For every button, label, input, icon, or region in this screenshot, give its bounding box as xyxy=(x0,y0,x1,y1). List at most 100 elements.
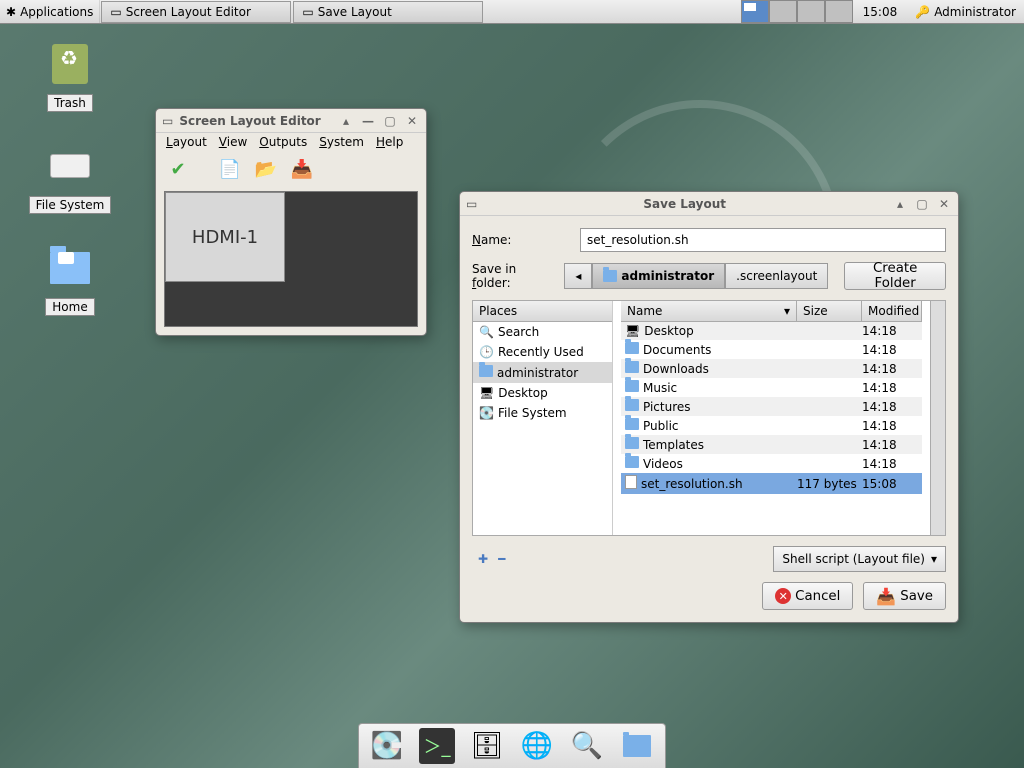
place-item-desktop[interactable]: 🖥Desktop xyxy=(473,383,612,403)
folder-icon xyxy=(479,365,493,380)
file-row-documents[interactable]: Documents 14:18 xyxy=(621,340,922,359)
save-icon: 📥 xyxy=(876,587,896,606)
open-layout-button[interactable]: 📂 xyxy=(252,155,280,183)
titlebar[interactable]: ▭ Save Layout ▴ ▢ ✕ xyxy=(460,192,958,216)
file-row-public[interactable]: Public14:18 xyxy=(621,416,922,435)
workspace-4[interactable] xyxy=(825,0,853,23)
apply-button[interactable]: ✔ xyxy=(164,155,192,183)
roll-up-button[interactable]: ▴ xyxy=(892,196,908,212)
dock-file-manager[interactable]: 🗄 xyxy=(469,728,505,764)
taskbar-item-layout-editor[interactable]: ▭ Screen Layout Editor xyxy=(101,1,291,23)
window-title: Save Layout xyxy=(643,197,726,211)
path-bar: ◂ administrator .screenlayout xyxy=(564,263,828,289)
maximize-button[interactable]: ▢ xyxy=(382,113,398,129)
file-row-desktop[interactable]: 🖥Desktop14:18 xyxy=(621,322,922,340)
folder-icon xyxy=(625,342,639,357)
folder-icon xyxy=(625,456,639,471)
new-layout-button[interactable]: 📄 xyxy=(216,155,244,183)
key-icon: 🔑 xyxy=(915,5,930,19)
file-modified: 14:18 xyxy=(862,419,922,433)
file-name: Videos xyxy=(643,457,683,471)
menu-outputs[interactable]: Outputs xyxy=(259,135,307,149)
file-row-templates[interactable]: Templates14:18 xyxy=(621,435,922,454)
file-name: set_resolution.sh xyxy=(641,477,743,491)
desktop-icon-trash[interactable]: Trash xyxy=(20,40,120,112)
filename-input[interactable] xyxy=(580,228,946,252)
save-layout-button[interactable]: 📥 xyxy=(288,155,316,183)
path-segment-screenlayout[interactable]: .screenlayout xyxy=(725,263,828,289)
titlebar[interactable]: ▭ Screen Layout Editor ▴ — ▢ ✕ xyxy=(156,109,426,133)
close-button[interactable]: ✕ xyxy=(936,196,952,212)
desktop-icon-label: Home xyxy=(45,298,94,316)
trash-icon xyxy=(52,44,88,84)
places-header[interactable]: Places xyxy=(473,301,612,322)
display-hdmi-1[interactable]: HDMI-1 xyxy=(165,192,285,282)
minimize-button[interactable]: — xyxy=(360,113,376,129)
maximize-button[interactable]: ▢ xyxy=(914,196,930,212)
file-modified: 14:18 xyxy=(862,457,922,471)
menu-help[interactable]: Help xyxy=(376,135,403,149)
path-segment-current[interactable]: administrator xyxy=(592,263,725,289)
place-item-search[interactable]: 🔍Search xyxy=(473,322,612,342)
menu-view[interactable]: View xyxy=(219,135,247,149)
folder-icon xyxy=(625,437,639,452)
file-name: Documents xyxy=(643,343,711,357)
dock-folder[interactable] xyxy=(619,728,655,764)
dock-drive[interactable]: 💽 xyxy=(369,728,405,764)
close-button[interactable]: ✕ xyxy=(404,113,420,129)
bottom-dock: 💽 ＞_ 🗄 🌐 🔍 xyxy=(358,723,666,768)
folder-icon xyxy=(625,418,639,433)
window-save-layout: ▭ Save Layout ▴ ▢ ✕ Name: Save in folder… xyxy=(459,191,959,623)
dock-terminal[interactable]: ＞_ xyxy=(419,728,455,764)
display-canvas[interactable]: HDMI-1 xyxy=(164,191,418,327)
file-row-downloads[interactable]: Downloads14:18 xyxy=(621,359,922,378)
filetype-combo[interactable]: Shell script (Layout file) ▾ xyxy=(773,546,946,572)
create-folder-button[interactable]: Create Folder xyxy=(844,262,946,290)
desktop-icon-label: Trash xyxy=(47,94,93,112)
file-modified: 14:18 xyxy=(862,343,922,357)
cancel-button[interactable]: ✕ Cancel xyxy=(762,582,853,610)
desktop-icon-filesystem[interactable]: File System xyxy=(20,142,120,214)
workspace-pager[interactable] xyxy=(741,0,853,23)
filetype-label: Shell script (Layout file) xyxy=(782,552,925,566)
column-name[interactable]: Name ▾ xyxy=(621,301,797,321)
desktop-icon-home[interactable]: Home xyxy=(20,244,120,316)
taskbar-item-save-layout[interactable]: ▭ Save Layout xyxy=(293,1,483,23)
workspace-1[interactable] xyxy=(741,0,769,23)
clock[interactable]: 15:08 xyxy=(853,5,908,19)
file-row-pictures[interactable]: Pictures14:18 xyxy=(621,397,922,416)
column-size[interactable]: Size xyxy=(797,301,862,321)
add-place-button[interactable]: ✚ xyxy=(478,552,488,566)
place-item-administrator[interactable]: administrator xyxy=(473,362,612,383)
window-icon: ▭ xyxy=(110,5,121,19)
dock-search-doc[interactable]: 🔍 xyxy=(569,728,605,764)
path-back-button[interactable]: ◂ xyxy=(564,263,592,289)
column-modified[interactable]: Modified xyxy=(862,301,922,321)
taskbar-label: Save Layout xyxy=(318,5,392,19)
file-chooser: Places 🔍Search🕒Recently Usedadministrato… xyxy=(472,300,946,536)
roll-up-button[interactable]: ▴ xyxy=(338,113,354,129)
applications-menu[interactable]: ✱ Applications xyxy=(0,0,100,23)
scrollbar-vertical[interactable] xyxy=(930,301,945,535)
file-modified: 14:18 xyxy=(862,324,922,338)
place-item-file-system[interactable]: 💽File System xyxy=(473,403,612,423)
place-item-recently-used[interactable]: 🕒Recently Used xyxy=(473,342,612,362)
desktop-icon: 🖥 xyxy=(625,324,640,338)
file-name: Templates xyxy=(643,438,704,452)
menu-layout[interactable]: Layout xyxy=(166,135,207,149)
file-row-videos[interactable]: Videos 14:18 xyxy=(621,454,922,473)
workspace-3[interactable] xyxy=(797,0,825,23)
save-button[interactable]: 📥 Save xyxy=(863,582,946,610)
workspace-2[interactable] xyxy=(769,0,797,23)
applications-label: Applications xyxy=(20,5,93,19)
file-row-music[interactable]: Music14:18 xyxy=(621,378,922,397)
toolbar: ✔ 📄 📂 📥 xyxy=(156,151,426,187)
user-menu[interactable]: 🔑 Administrator xyxy=(907,5,1024,19)
dock-browser[interactable]: 🌐 xyxy=(519,728,555,764)
menu-system[interactable]: System xyxy=(319,135,364,149)
dialog-actions: ✕ Cancel 📥 Save xyxy=(472,582,946,610)
file-row-set-resolution-sh[interactable]: set_resolution.sh117 bytes15:08 xyxy=(621,473,922,494)
remove-place-button[interactable]: ━ xyxy=(498,552,505,566)
recent-icon: 🕒 xyxy=(479,345,494,359)
drive-icon: 💽 xyxy=(479,406,494,420)
